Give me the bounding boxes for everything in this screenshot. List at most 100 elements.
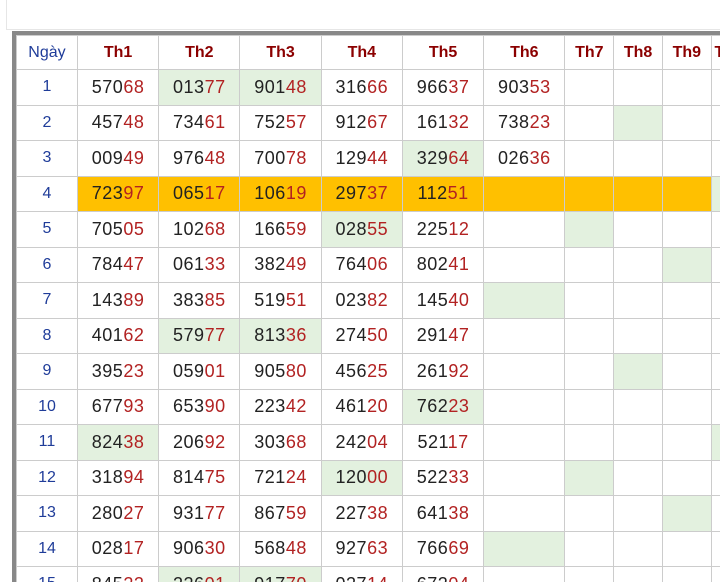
result-cell: 90353 <box>483 69 566 106</box>
result-cell: 11251 <box>401 175 485 212</box>
result-head-digits: 383 <box>173 289 205 310</box>
result-cell <box>661 495 712 532</box>
result-cell <box>710 459 720 496</box>
result-head-digits: 723 <box>91 183 124 204</box>
result-tail-digits: 33 <box>448 467 470 488</box>
result-head-digits: 280 <box>91 502 124 523</box>
result-cell <box>564 282 615 319</box>
result-tail-digits: 42 <box>285 396 307 417</box>
result-head-digits: 242 <box>335 431 368 452</box>
result-head-digits: 579 <box>173 325 205 346</box>
result-cell: 29147 <box>401 317 485 354</box>
result-cell <box>661 282 712 319</box>
result-tail-digits: 49 <box>123 147 145 168</box>
result-cell <box>483 317 566 354</box>
result-cell: 10619 <box>239 175 322 212</box>
result-tail-digits: 17 <box>123 538 145 559</box>
column-header: Th4 <box>320 35 403 70</box>
result-cell: 67204 <box>401 566 485 582</box>
result-cell <box>661 388 712 425</box>
result-tail-digits: 17 <box>204 183 226 204</box>
result-head-digits: 013 <box>173 76 205 97</box>
result-tail-digits: 04 <box>448 574 469 582</box>
result-tail-digits: 55 <box>367 218 389 239</box>
result-tail-digits: 12 <box>448 218 470 239</box>
result-tail-digits: 17 <box>447 431 469 452</box>
result-head-digits: 917 <box>254 574 286 582</box>
result-cell: 31894 <box>76 459 160 496</box>
result-tail-digits: 57 <box>285 112 307 133</box>
result-cell <box>613 140 663 177</box>
result-cell: 40162 <box>76 317 160 354</box>
result-tail-digits: 59 <box>285 218 307 239</box>
result-tail-digits: 59 <box>285 502 307 523</box>
result-head-digits: 226 <box>173 574 205 582</box>
result-cell: 90630 <box>158 530 241 567</box>
table-row: 14 02817 90630 56848 92763 76669 <box>16 530 720 567</box>
result-head-digits: 867 <box>254 502 286 523</box>
result-tail-digits: 40 <box>448 289 470 310</box>
result-tail-digits: 19 <box>285 183 307 204</box>
result-cell: 67793 <box>76 388 160 425</box>
result-cell: 01377 <box>158 69 241 106</box>
result-head-digits: 700 <box>254 147 286 168</box>
result-head-digits: 028 <box>91 538 124 559</box>
result-cell <box>661 530 712 567</box>
table-row: 11 82438 20692 30368 24204 52117 <box>16 424 720 461</box>
day-cell: 12 <box>16 459 78 496</box>
result-cell: 00949 <box>76 140 160 177</box>
result-tail-digits: 61 <box>204 112 226 133</box>
result-head-digits: 112 <box>417 183 448 204</box>
result-head-digits: 966 <box>416 76 449 97</box>
result-cell: 72124 <box>239 459 322 496</box>
result-cell <box>613 317 663 354</box>
result-tail-digits: 64 <box>448 147 470 168</box>
top-panel-edge <box>6 0 720 30</box>
day-cell: 5 <box>16 211 78 248</box>
result-cell <box>710 211 720 248</box>
result-cell: 73823 <box>483 104 566 141</box>
result-cell <box>710 104 720 141</box>
result-cell <box>564 530 615 567</box>
result-cell: 22601 <box>158 566 241 582</box>
day-cell: 4 <box>16 175 78 212</box>
result-cell <box>613 424 663 461</box>
result-tail-digits: 49 <box>285 254 307 275</box>
result-head-digits: 762 <box>416 396 449 417</box>
result-cell <box>661 69 712 106</box>
result-cell: 32964 <box>401 140 485 177</box>
result-head-digits: 764 <box>335 254 368 275</box>
result-tail-digits: 62 <box>123 325 145 346</box>
result-head-digits: 223 <box>254 396 286 417</box>
result-cell <box>613 104 663 141</box>
result-cell: 73461 <box>158 104 241 141</box>
result-cell: 16659 <box>239 211 322 248</box>
result-cell <box>483 424 566 461</box>
result-cell <box>483 211 566 248</box>
day-cell: 3 <box>16 140 78 177</box>
result-head-digits: 931 <box>173 502 205 523</box>
day-cell: 15 <box>16 566 78 582</box>
result-cell: 38385 <box>158 282 241 319</box>
result-tail-digits: 47 <box>123 254 145 275</box>
result-head-digits: 813 <box>254 325 286 346</box>
results-table-frame: Ngày Th1 Th2 Th3 Th4 Th5 Th6 Th7 Th8 Th9… <box>12 31 720 582</box>
result-cell: 10268 <box>158 211 241 248</box>
result-cell: 02382 <box>320 282 403 319</box>
result-cell: 81336 <box>239 317 322 354</box>
result-cell <box>564 140 615 177</box>
result-cell: 91267 <box>320 104 403 141</box>
column-header: Th3 <box>239 35 322 70</box>
result-cell: 45625 <box>320 353 403 390</box>
result-cell <box>661 104 712 141</box>
result-tail-digits: 82 <box>367 289 389 310</box>
result-head-digits: 129 <box>335 147 368 168</box>
result-cell <box>483 495 566 532</box>
result-tail-digits: 48 <box>204 147 226 168</box>
result-tail-digits: 01 <box>204 360 226 381</box>
result-cell: 12944 <box>320 140 403 177</box>
day-cell: 11 <box>16 424 78 461</box>
result-cell <box>661 246 712 283</box>
result-cell: 57977 <box>158 317 241 354</box>
table-row: 8 40162 57977 81336 27450 29147 <box>16 317 720 354</box>
